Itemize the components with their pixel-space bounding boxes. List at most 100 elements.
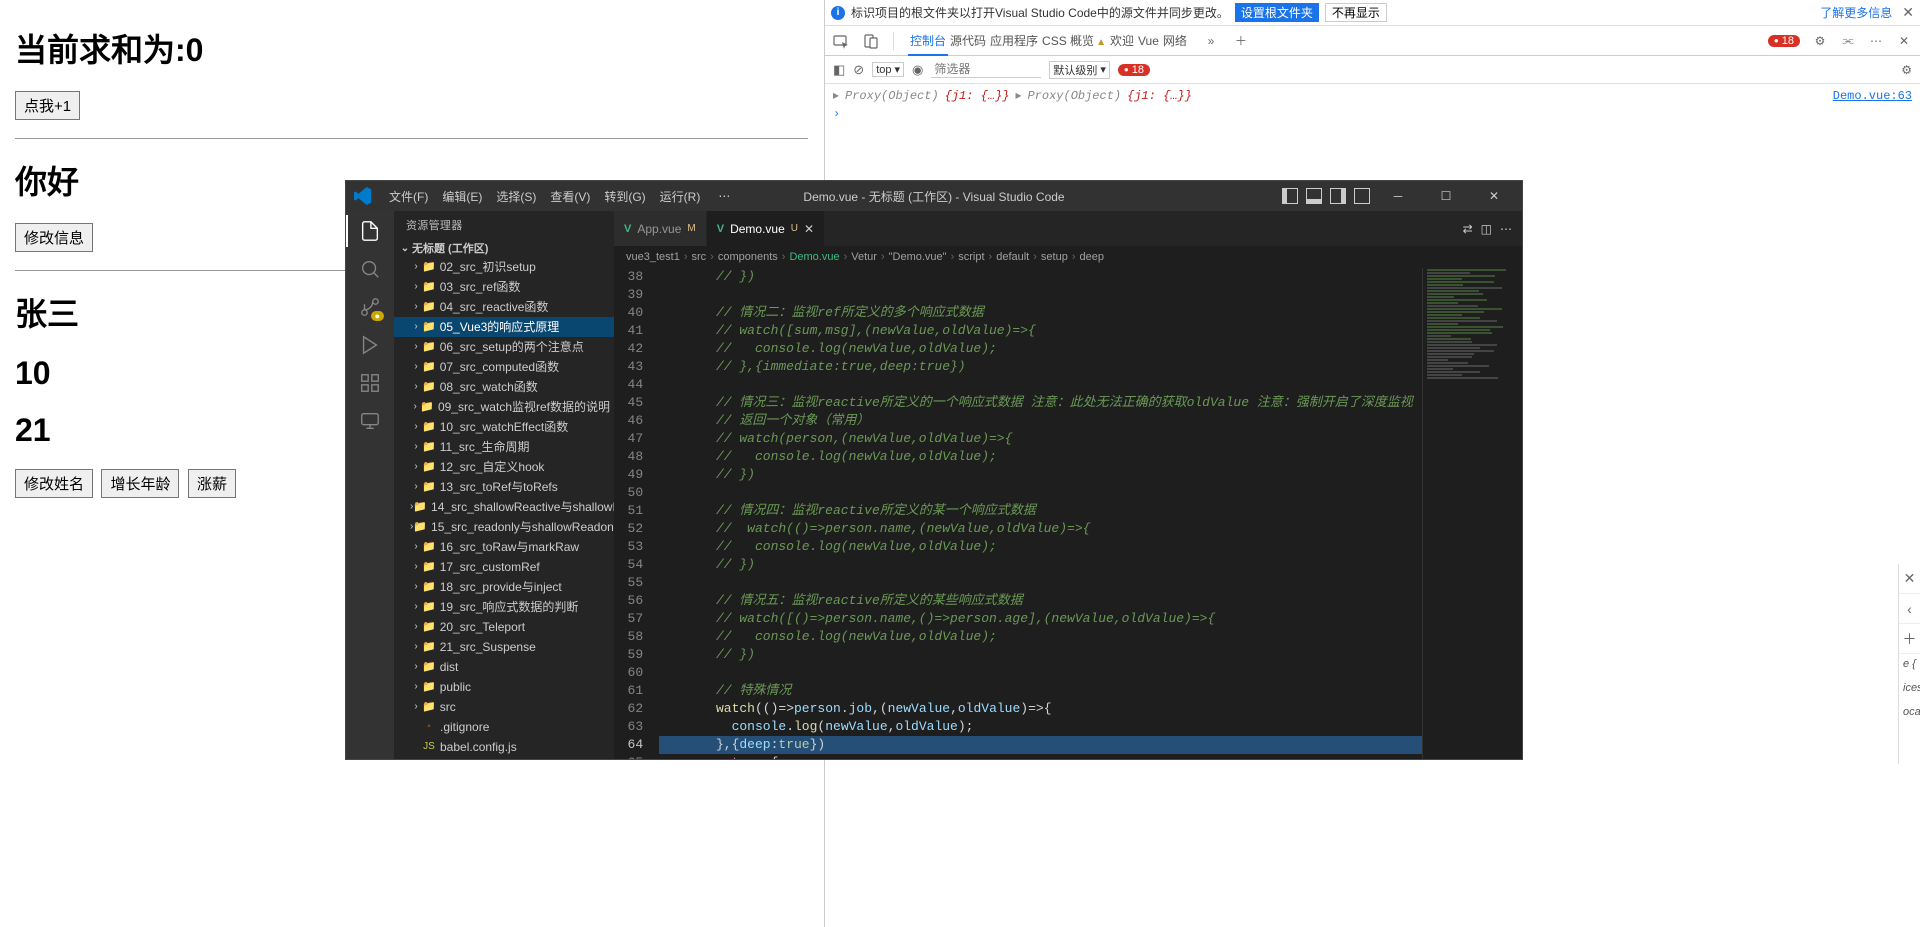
folder-item[interactable]: ›📁07_src_computed函数 [394, 357, 614, 377]
folder-item[interactable]: ›📁public [394, 677, 614, 697]
devtools-tab[interactable]: 欢迎 [1108, 27, 1136, 55]
breadcrumb-segment[interactable]: components [718, 251, 778, 263]
split-editor-icon[interactable]: ◫ [1481, 222, 1492, 236]
devtools-tab[interactable]: 控制台 [908, 27, 948, 55]
workspace-root[interactable]: ⌄无标题 (工作区) [394, 239, 614, 257]
code-editor[interactable]: 3839404142434445464748495051525354555657… [614, 268, 1522, 759]
devtools-tab[interactable]: CSS 概览▲ [1040, 27, 1108, 55]
minimize-button[interactable]: ─ [1378, 181, 1418, 211]
sidebar-toggle-icon[interactable]: ◧ [833, 62, 845, 78]
breadcrumb-segment[interactable]: script [958, 251, 984, 263]
folder-item[interactable]: ›📁dist [394, 657, 614, 677]
vscode-titlebar[interactable]: 文件(F)编辑(E)选择(S)查看(V)转到(G)运行(R) ⋯ Demo.vu… [346, 181, 1522, 211]
overflow-menu-icon[interactable]: ⋯ [711, 189, 737, 203]
error-count-badge-2[interactable]: 18 [1118, 64, 1150, 76]
folder-item[interactable]: ›📁08_src_watch函数 [394, 377, 614, 397]
kebab-icon[interactable]: ⋯ [1868, 33, 1884, 49]
settings-gear-icon[interactable]: ⚙ [1812, 33, 1828, 49]
folder-item[interactable]: ›📁10_src_watchEffect函数 [394, 417, 614, 437]
folder-item[interactable]: ›📁05_Vue3的响应式原理 [394, 317, 614, 337]
folder-item[interactable]: ›📁14_src_shallowReactive与shallowRef [394, 497, 614, 517]
clear-console-icon[interactable]: ⊘ [853, 62, 864, 78]
breadcrumb-segment[interactable]: Vetur [851, 251, 877, 263]
error-count-badge[interactable]: 18 [1768, 35, 1800, 47]
source-control-icon[interactable]: ● [358, 295, 382, 319]
drawer-add-icon[interactable]: ＋ [1899, 624, 1920, 654]
console-log-line[interactable]: ▸ Proxy(Object) {j1: {…}} ▸ Proxy(Object… [833, 86, 1912, 105]
dont-show-button[interactable]: 不再显示 [1325, 3, 1387, 22]
live-expression-icon[interactable]: ◉ [912, 62, 923, 78]
add-tab-icon[interactable]: ＋ [1233, 33, 1249, 49]
console-settings-icon[interactable]: ⚙ [1901, 63, 1912, 77]
more-actions-icon[interactable]: ⋯ [1500, 222, 1512, 236]
folder-item[interactable]: ›📁src [394, 697, 614, 717]
folder-item[interactable]: ›📁21_src_Suspense [394, 637, 614, 657]
devtools-tab[interactable]: 应用程序 [988, 27, 1040, 55]
folder-item[interactable]: ›📁20_src_Teleport [394, 617, 614, 637]
menu-item[interactable]: 转到(G) [597, 190, 652, 204]
folder-item[interactable]: ›📁03_src_ref函数 [394, 277, 614, 297]
remote-icon[interactable] [358, 409, 382, 433]
menu-item[interactable]: 文件(F) [382, 190, 435, 204]
file-item[interactable]: JSbabel.config.js [394, 737, 614, 757]
console-prompt-icon[interactable]: › [833, 107, 840, 121]
devtools-tab[interactable]: 网络 [1161, 27, 1189, 55]
increment-button[interactable]: 点我+1 [15, 91, 80, 120]
inspect-icon[interactable] [833, 33, 849, 49]
more-tabs-icon[interactable]: » [1203, 33, 1219, 49]
folder-item[interactable]: ›📁12_src_自定义hook [394, 457, 614, 477]
dock-icon[interactable]: ⫘ [1840, 33, 1856, 49]
breadcrumb-segment[interactable]: setup [1041, 251, 1068, 263]
source-link[interactable]: Demo.vue:63 [1833, 89, 1912, 103]
expand-arrow-icon[interactable]: ▸ [1015, 88, 1021, 103]
explorer-icon[interactable] [358, 219, 382, 243]
breadcrumb[interactable]: vue3_test1 › src › components › Demo.vue… [614, 246, 1522, 268]
layout-icon-4[interactable] [1354, 188, 1370, 204]
close-devtools-icon[interactable]: ✕ [1896, 33, 1912, 49]
modify-info-button[interactable]: 修改信息 [15, 223, 93, 252]
menu-item[interactable]: 编辑(E) [435, 190, 489, 204]
modify-name-button[interactable]: 修改姓名 [15, 469, 93, 498]
folder-item[interactable]: ›📁17_src_customRef [394, 557, 614, 577]
device-icon[interactable] [863, 33, 879, 49]
file-item[interactable]: ◦.gitignore [394, 717, 614, 737]
learn-more-link[interactable]: 了解更多信息 [1820, 4, 1892, 21]
folder-item[interactable]: ›📁02_src_初识setup [394, 257, 614, 277]
filter-input[interactable] [931, 61, 1041, 78]
folder-item[interactable]: ›📁19_src_响应式数据的判断 [394, 597, 614, 617]
menu-item[interactable]: 选择(S) [489, 190, 543, 204]
editor-tab[interactable]: VApp.vue M [614, 211, 707, 246]
breadcrumb-segment[interactable]: default [996, 251, 1029, 263]
drawer-expand-icon[interactable]: ‹ [1899, 594, 1920, 624]
context-select[interactable]: top ▾ [872, 62, 904, 77]
tab-close-icon[interactable]: ✕ [804, 222, 814, 236]
search-icon[interactable] [358, 257, 382, 281]
expand-arrow-icon[interactable]: ▸ [833, 88, 839, 103]
infobar-close-icon[interactable]: ✕ [1902, 4, 1914, 21]
debug-icon[interactable] [358, 333, 382, 357]
breadcrumb-segment[interactable]: "Demo.vue" [889, 251, 947, 263]
folder-item[interactable]: ›📁04_src_reactive函数 [394, 297, 614, 317]
file-item[interactable]: {}package-lock.json [394, 757, 614, 759]
editor-tab[interactable]: VDemo.vue U✕ [707, 211, 825, 246]
folder-item[interactable]: ›📁11_src_生命周期 [394, 437, 614, 457]
menu-item[interactable]: 运行(R) [653, 190, 708, 204]
folder-item[interactable]: ›📁16_src_toRaw与markRaw [394, 537, 614, 557]
raise-button[interactable]: 涨薪 [188, 469, 236, 498]
menu-item[interactable]: 查看(V) [543, 190, 597, 204]
code-lines[interactable]: // }) // 情况二：监视ref所定义的多个响应式数据 // watch([… [659, 268, 1522, 759]
breadcrumb-segment[interactable]: vue3_test1 [626, 251, 680, 263]
grow-age-button[interactable]: 增长年龄 [101, 469, 179, 498]
level-select[interactable]: 默认级别 ▾ [1049, 61, 1110, 79]
breadcrumb-segment[interactable]: Demo.vue [789, 251, 839, 263]
layout-icon-3[interactable] [1330, 188, 1346, 204]
minimap[interactable] [1422, 268, 1522, 759]
layout-icon-2[interactable] [1306, 188, 1322, 204]
extensions-icon[interactable] [358, 371, 382, 395]
folder-item[interactable]: ›📁15_src_readonly与shallowReadonly [394, 517, 614, 537]
maximize-button[interactable]: ☐ [1426, 181, 1466, 211]
set-root-button[interactable]: 设置根文件夹 [1235, 3, 1319, 22]
folder-item[interactable]: ›📁13_src_toRef与toRefs [394, 477, 614, 497]
breadcrumb-segment[interactable]: src [692, 251, 707, 263]
devtools-tab[interactable]: 源代码 [948, 27, 988, 55]
